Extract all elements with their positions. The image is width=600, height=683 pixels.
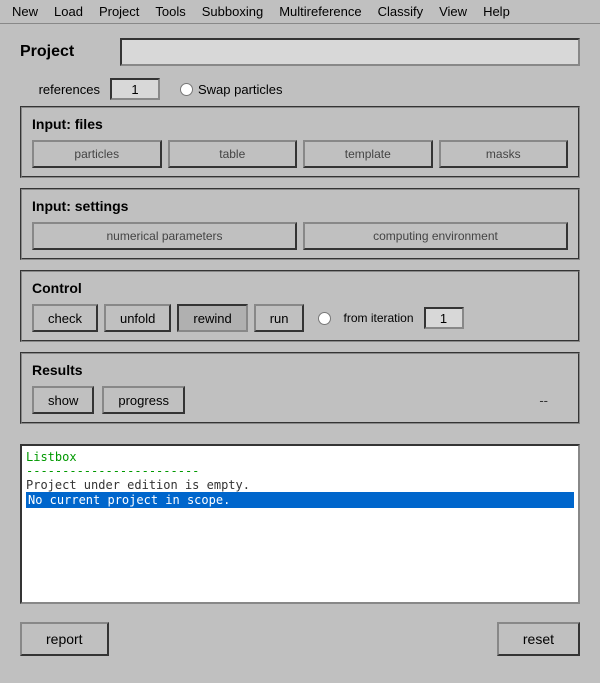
input-files-section: Input: files particles table template ma… xyxy=(20,106,580,178)
menu-multireference[interactable]: Multireference xyxy=(271,2,369,21)
iteration-input[interactable] xyxy=(424,307,464,329)
menu-project[interactable]: Project xyxy=(91,2,147,21)
show-button[interactable]: show xyxy=(32,386,94,414)
results-title: Results xyxy=(32,362,568,378)
table-button[interactable]: table xyxy=(168,140,298,168)
masks-button[interactable]: masks xyxy=(439,140,569,168)
results-status: -- xyxy=(539,393,548,408)
particles-button[interactable]: particles xyxy=(32,140,162,168)
menu-subboxing[interactable]: Subboxing xyxy=(194,2,271,21)
control-buttons: check unfold rewind run from iteration xyxy=(32,304,568,332)
files-buttons: particles table template masks xyxy=(32,140,568,168)
computing-environment-button[interactable]: computing environment xyxy=(303,222,568,250)
results-row: show progress -- xyxy=(32,386,568,414)
template-button[interactable]: template xyxy=(303,140,433,168)
project-row: Project xyxy=(20,38,580,66)
references-row: references Swap particles xyxy=(20,78,580,100)
input-settings-section: Input: settings numerical parameters com… xyxy=(20,188,580,260)
check-button[interactable]: check xyxy=(32,304,98,332)
menu-view[interactable]: View xyxy=(431,2,475,21)
listbox-line-1[interactable]: No current project in scope. xyxy=(26,492,574,508)
listbox-content: Listbox ------------------------ Project… xyxy=(22,446,578,512)
project-input[interactable] xyxy=(120,38,580,66)
listbox-line-0[interactable]: Project under edition is empty. xyxy=(26,478,574,492)
results-section: Results show progress -- xyxy=(20,352,580,424)
listbox-separator: ------------------------ xyxy=(26,464,574,478)
bottom-bar: report reset xyxy=(0,614,600,664)
progress-button[interactable]: progress xyxy=(102,386,185,414)
input-files-title: Input: files xyxy=(32,116,568,132)
swap-particles-label[interactable]: Swap particles xyxy=(180,82,283,97)
menu-new[interactable]: New xyxy=(4,2,46,21)
rewind-button[interactable]: rewind xyxy=(177,304,247,332)
settings-buttons: numerical parameters computing environme… xyxy=(32,222,568,250)
control-section: Control check unfold rewind run from ite… xyxy=(20,270,580,342)
numerical-parameters-button[interactable]: numerical parameters xyxy=(32,222,297,250)
control-title: Control xyxy=(32,280,568,296)
reset-button[interactable]: reset xyxy=(497,622,580,656)
listbox-container[interactable]: Listbox ------------------------ Project… xyxy=(20,444,580,604)
menubar: New Load Project Tools Subboxing Multire… xyxy=(0,0,600,24)
menu-tools[interactable]: Tools xyxy=(147,2,193,21)
references-label: references xyxy=(20,82,100,97)
report-button[interactable]: report xyxy=(20,622,109,656)
from-iteration-radio[interactable] xyxy=(318,312,331,325)
unfold-button[interactable]: unfold xyxy=(104,304,171,332)
listbox-label: Listbox xyxy=(26,450,574,464)
run-button[interactable]: run xyxy=(254,304,305,332)
input-settings-title: Input: settings xyxy=(32,198,568,214)
swap-particles-radio[interactable] xyxy=(180,83,193,96)
menu-load[interactable]: Load xyxy=(46,2,91,21)
project-label: Project xyxy=(20,43,100,61)
menu-classify[interactable]: Classify xyxy=(370,2,432,21)
from-iteration-label: from iteration xyxy=(343,311,413,325)
menu-help[interactable]: Help xyxy=(475,2,518,21)
references-input[interactable] xyxy=(110,78,160,100)
